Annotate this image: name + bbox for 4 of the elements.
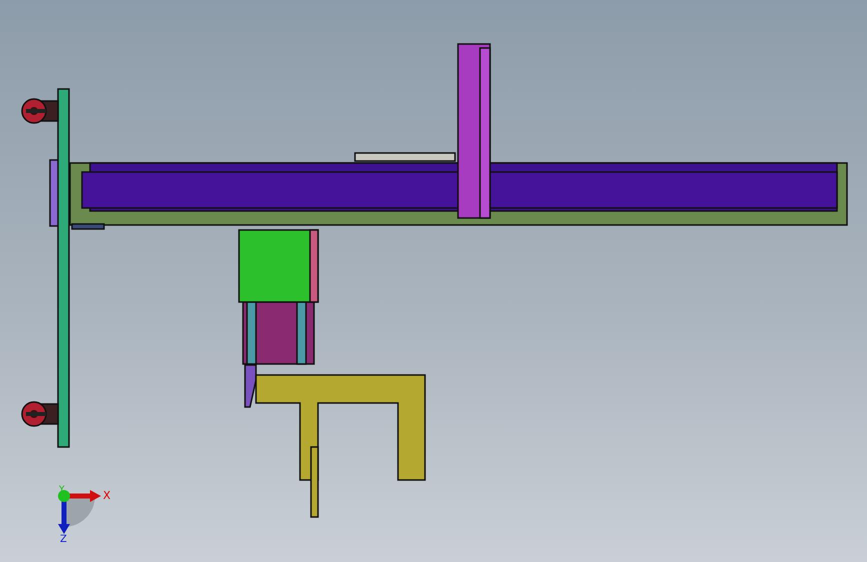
z-axis-label: Z <box>60 534 67 545</box>
x-axis-label: X <box>103 489 111 502</box>
origin-ball <box>58 490 70 502</box>
triad-shadow <box>64 496 95 527</box>
